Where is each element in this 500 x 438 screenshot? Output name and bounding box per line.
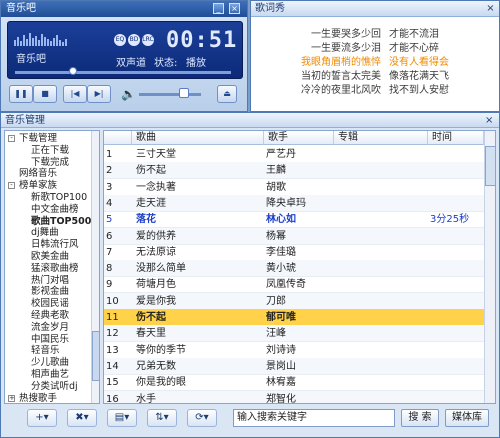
table-cell: 汪峰 [266,328,286,340]
table-cell: 林宥嘉 [266,377,296,389]
spectrum-bar [41,34,43,46]
spectrum-bar [32,38,34,46]
eq-badge[interactable]: EQ [114,34,126,46]
stop-button[interactable]: ■ [33,85,57,103]
time-display: 00:51 [166,28,238,53]
spectrum-bar [38,40,40,46]
spectrum-bar [56,35,58,46]
spectrum-bar [14,40,16,46]
lyric-text: 才能不流泪 [389,29,439,40]
table-scroll-thumb[interactable] [485,146,495,186]
spectrum-bar [47,39,49,46]
table-cell: 刘诗诗 [266,344,296,356]
column-header[interactable]: 时间 [428,131,484,145]
table-cell: 刀郎 [266,295,286,307]
table-cell: 凤凰传奇 [266,279,306,291]
column-header[interactable]: 专辑 [334,131,428,145]
table-cell: 严艺丹 [266,149,296,160]
spectrum-bar [17,37,19,46]
channel-text: 双声道 [116,58,146,69]
table-cell: 降央卓玛 [266,197,306,209]
delete-button[interactable]: ✖▾ [67,409,97,427]
column-header[interactable]: 歌手 [264,131,334,145]
lyric-line: 一生要哭多少回 才能不流泪 [255,25,495,40]
add-button[interactable]: +▾ [27,409,57,427]
spectrum-visualizer [14,28,70,46]
lyric-text: 找不到人安慰 [389,85,449,96]
table-cell: 郑智化 [266,393,296,404]
lrc-badge[interactable]: LRC [142,34,154,46]
table-cell: 3分25秒 [430,214,470,226]
seek-bar[interactable] [15,71,231,74]
bd-badge[interactable]: BD [128,34,140,46]
lyric-text: 像落花满天飞 [389,71,449,82]
spectrum-bar [20,41,22,46]
player-panel: 音乐吧 _ × 音乐吧 EQ BD LRC 00:51 双声道 状态: 播放 ❚… [0,0,248,112]
table-cell: 李佳璐 [266,246,296,258]
minimize-button[interactable]: _ [213,3,224,14]
lyric-line: 我眼角眉梢的憔悴 没有人看得会 [255,53,495,68]
lyric-line: 当初的誓言太完美 像落花满天飞 [255,67,495,82]
lyric-text: 冷冷的夜里北风吹 [301,85,381,96]
table-cell: 杨幂 [266,230,286,242]
table-cell: 景岗山 [266,360,296,372]
lyric-text: 才能不心碎 [389,43,439,54]
app-label: 音乐吧 [16,54,46,65]
mode-badges: EQ BD LRC [114,34,154,46]
spectrum-bar [62,42,64,46]
sort-button[interactable]: ⇅▾ [147,409,177,427]
eject-button[interactable]: ⏏ [217,85,237,103]
spectrum-bar [35,36,37,46]
lyric-text: 当初的誓言太完美 [301,71,381,82]
library-button[interactable]: 媒体库 [445,409,489,427]
loop-button[interactable]: ⟳▾ [187,409,217,427]
bottom-toolbar: +▾ ✖▾ ▤▾ ⇅▾ ⟳▾ [1,113,231,433]
music-manager: 音乐管理 × - 下载管理 正在下载 下载完成 网络音乐 - 榜单家族 新歌TOP100 中文金… [0,112,500,438]
search-button[interactable]: 搜 索 [401,409,439,427]
table-cell: 郁可唯 [266,312,296,323]
status-label: 状态: [154,58,178,69]
table-cell: 胡歌 [266,181,286,193]
volume-slider[interactable] [139,93,201,96]
spectrum-bar [29,33,31,46]
close-button[interactable]: × [229,3,240,14]
next-button[interactable]: ▶| [87,85,111,103]
lyric-line: 一生要流多少泪 才能不心碎 [255,39,495,54]
volume-thumb[interactable] [179,88,190,98]
player-title: 音乐吧 [6,3,36,14]
lyrics-panel: 歌词秀 × 一生要哭多少回 才能不流泪 一生要流多少泪 才能不心碎 我眼角眉梢的憔悴 没有… [250,0,500,112]
table-cell: 黄小琥 [266,263,296,275]
player-titlebar[interactable]: 音乐吧 [1,1,247,17]
spectrum-bar [44,37,46,46]
spectrum-bar [53,38,55,46]
lyric-text: 一生要哭多少回 [311,29,381,40]
table-cell: 林心如 [266,214,296,226]
speaker-icon[interactable]: 🔈 [121,87,136,101]
search-input[interactable]: 输入搜索关键字 [233,409,395,427]
spectrum-bar [26,39,28,46]
list-button[interactable]: ▤▾ [107,409,137,427]
spectrum-bar [59,40,61,46]
spectrum-bar [23,35,25,46]
lyric-text: 没有人看得会 [389,57,449,68]
lyric-text: 一生要流多少泪 [311,43,381,54]
lyric-text: 我眼角眉梢的憔悴 [301,57,381,68]
spectrum-bar [65,39,67,46]
lyric-line: 冷冷的夜里北风吹 找不到人安慰 [255,81,495,96]
prev-button[interactable]: |◀ [63,85,87,103]
status-text: 播放 [186,58,206,69]
spectrum-bar [50,41,52,46]
pause-button[interactable]: ❚❚ [9,85,33,103]
manager-close-icon[interactable]: × [485,113,493,128]
table-cell: 王麟 [266,165,286,177]
lyrics-lines: 一生要哭多少回 才能不流泪 一生要流多少泪 才能不心碎 我眼角眉梢的憔悴 没有人看得会 当初… [251,1,499,111]
